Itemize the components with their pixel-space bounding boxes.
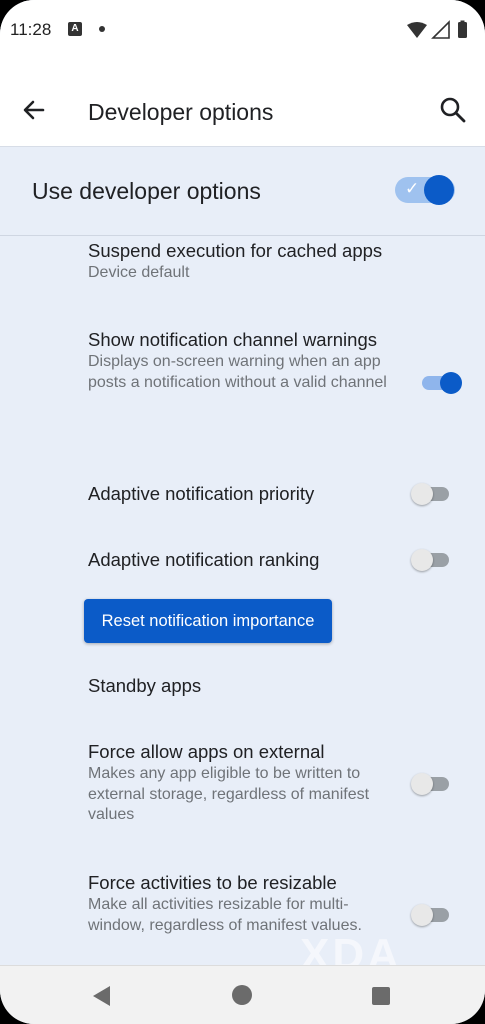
switch-knob (411, 483, 433, 505)
nav-home-icon[interactable] (232, 985, 252, 1005)
force-allow-external-item[interactable]: Force allow apps on external Makes any a… (88, 740, 388, 826)
image-notification-icon: A (68, 22, 82, 36)
battery-icon (458, 22, 467, 38)
back-arrow-icon[interactable] (18, 94, 50, 126)
notification-channel-warnings-switch[interactable] (420, 370, 462, 394)
check-icon: ✓ (405, 179, 420, 198)
nav-recents-icon[interactable] (372, 987, 390, 1005)
status-bar: 11:28 A (0, 0, 485, 62)
force-resizable-item[interactable]: Force activities to be resizable Make al… (88, 871, 388, 936)
item-title: Force activities to be resizable (88, 872, 337, 893)
navigation-bar (0, 965, 485, 1024)
wifi-icon (407, 22, 427, 38)
use-developer-options-label: Use developer options (32, 178, 261, 204)
signal-icon (431, 20, 450, 39)
dot-icon (99, 26, 105, 32)
app-bar: Developer options (0, 62, 485, 147)
item-title: Force allow apps on external (88, 741, 325, 762)
adaptive-notification-priority-switch[interactable] (411, 481, 451, 505)
image-notification-letter: A (71, 23, 79, 34)
search-icon[interactable] (437, 94, 469, 126)
standby-apps-item[interactable]: Standby apps (88, 674, 388, 698)
adaptive-notification-ranking-item[interactable]: Adaptive notification ranking (88, 548, 388, 572)
item-subtitle: Device default (88, 264, 190, 281)
force-allow-external-switch[interactable] (411, 771, 451, 795)
notification-channel-warnings-item[interactable]: Show notification channel warnings Displ… (88, 328, 388, 393)
page-title: Developer options (88, 99, 274, 125)
use-developer-options-switch[interactable]: ✓ (395, 175, 455, 205)
reset-notification-importance-button[interactable]: Reset notification importance (84, 599, 332, 643)
switch-knob (411, 904, 433, 926)
use-developer-options-row[interactable]: Use developer options ✓ (0, 147, 485, 236)
switch-knob (440, 372, 462, 394)
status-time: 11:28 (10, 20, 52, 39)
adaptive-notification-ranking-switch[interactable] (411, 547, 451, 571)
nav-back-icon[interactable] (90, 984, 112, 1008)
force-resizable-switch[interactable] (411, 902, 451, 926)
status-icons (407, 20, 467, 39)
item-title: Adaptive notification ranking (88, 549, 320, 570)
switch-knob (424, 175, 454, 205)
switch-knob (411, 773, 433, 795)
suspend-execution-item[interactable]: Suspend execution for cached apps Device… (88, 239, 388, 284)
item-title: Show notification channel warnings (88, 329, 377, 350)
switch-knob (411, 549, 433, 571)
adaptive-notification-priority-item[interactable]: Adaptive notification priority (88, 482, 388, 506)
item-title: Standby apps (88, 675, 202, 696)
item-subtitle: Displays on-screen warning when an app p… (88, 353, 387, 391)
item-subtitle: Makes any app eligible to be written to … (88, 765, 370, 823)
item-title: Adaptive notification priority (88, 483, 315, 504)
phone-screen: 11:28 A Developer options Use developer … (0, 0, 485, 1024)
item-title: Suspend execution for cached apps (88, 240, 383, 261)
